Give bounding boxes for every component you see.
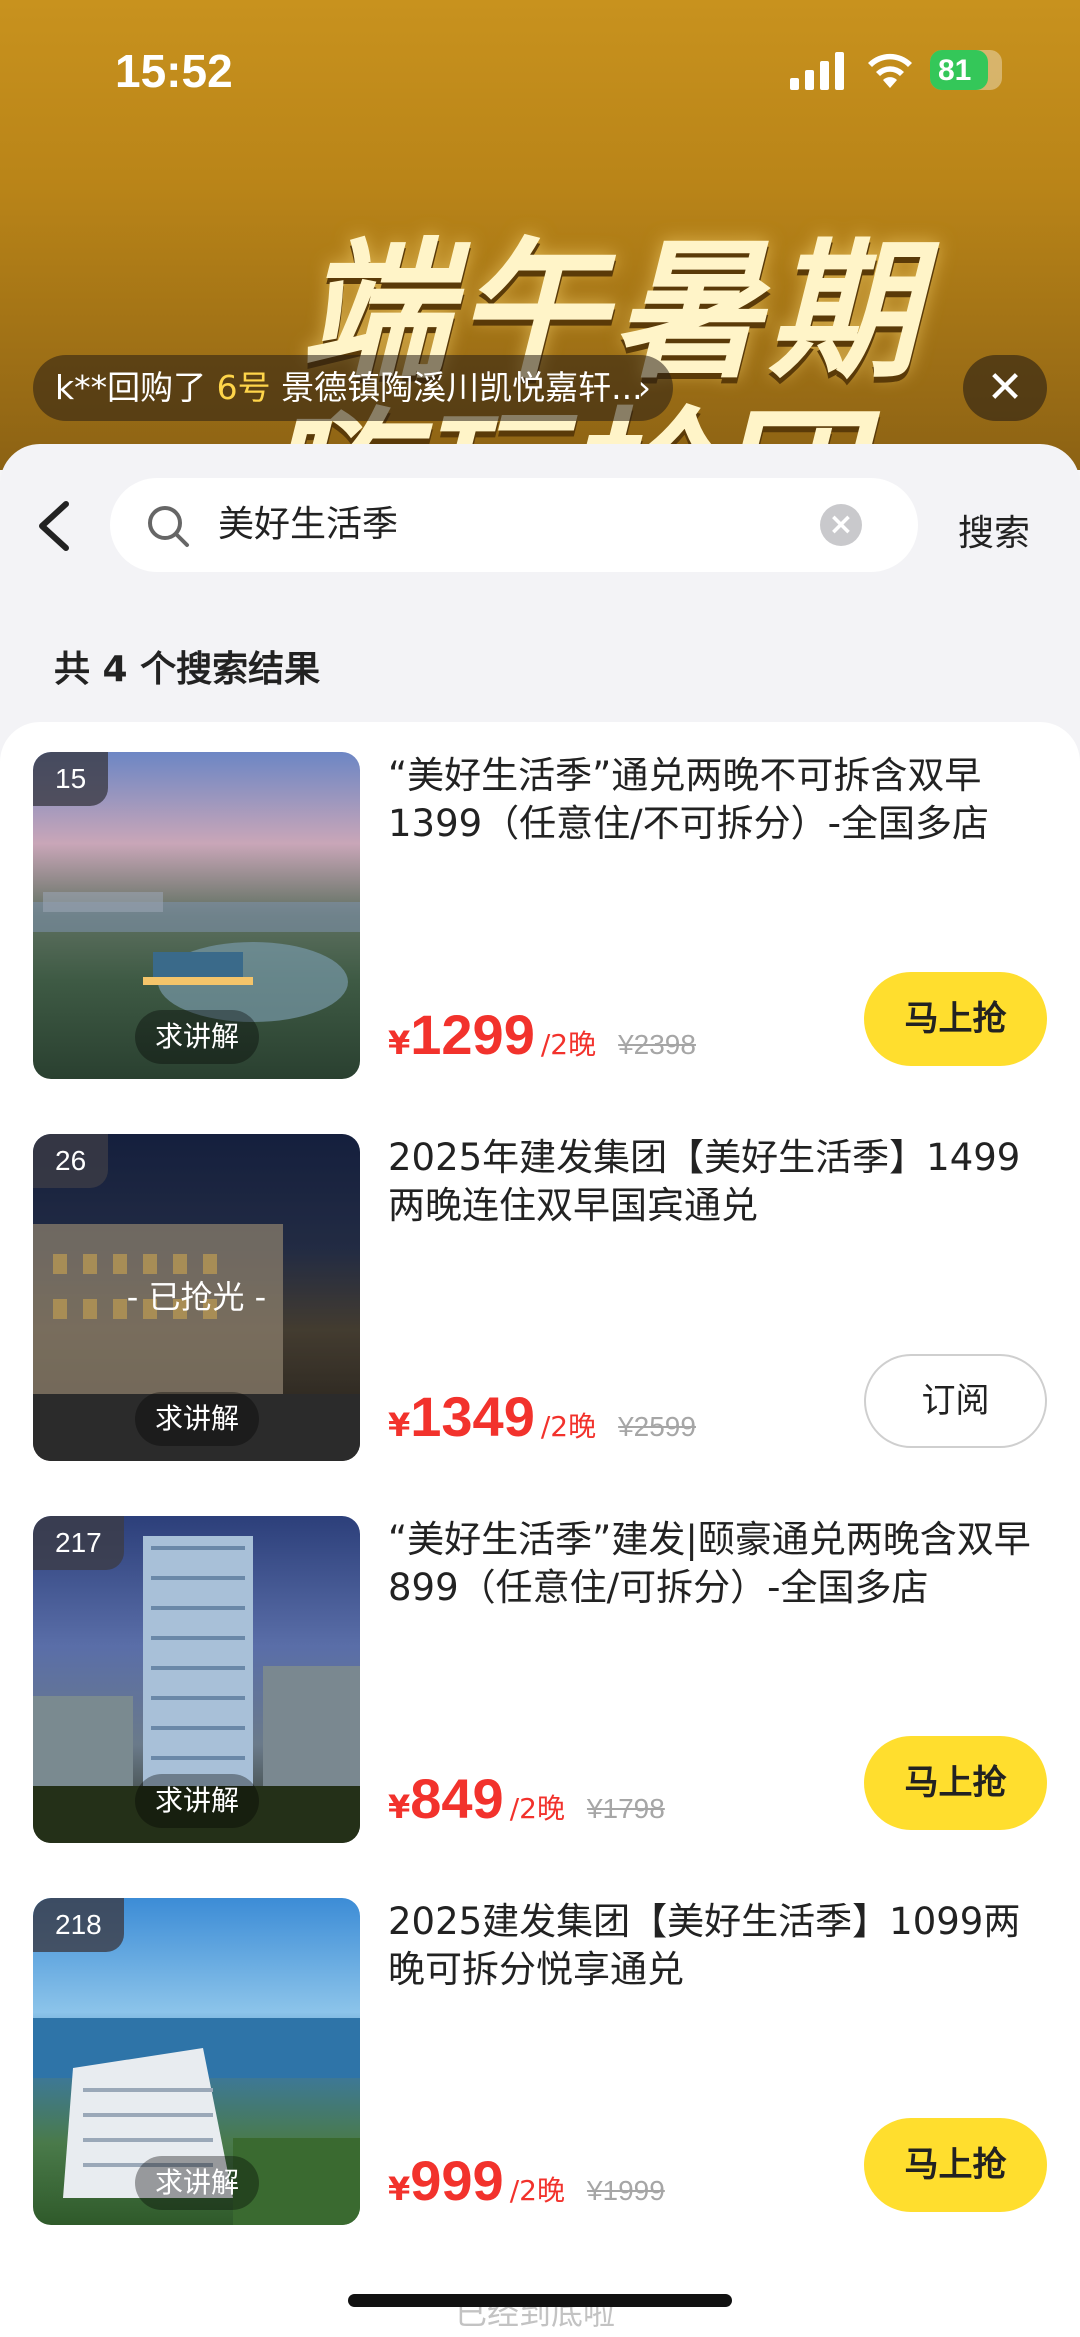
product-image: 15 求讲解	[33, 752, 360, 1079]
purchase-ticker[interactable]: k**回购了 6号 景德镇陶溪川凯悦嘉轩... ›	[33, 355, 673, 421]
product-price: 1349	[410, 1385, 535, 1448]
search-button[interactable]: 搜索	[958, 504, 1030, 556]
price-unit: /2晚	[540, 1028, 597, 1061]
price-unit: /2晚	[509, 2174, 565, 2207]
product-title: “美好生活季”通兑两晚不可拆含双早1399（任意住/不可拆分）-全国多店	[388, 754, 989, 845]
buy-now-button[interactable]: 马上抢	[864, 972, 1047, 1066]
battery-icon: 81	[930, 50, 1002, 90]
battery-level: 81	[938, 54, 972, 87]
ticker-highlight: 6号	[216, 368, 271, 407]
buy-now-button[interactable]: 马上抢	[864, 1736, 1047, 1830]
price-unit: /2晚	[540, 1410, 597, 1443]
result-count: 共 4 个搜索结果	[54, 649, 321, 690]
status-bar: 15:52 81	[0, 0, 1080, 140]
buy-now-button[interactable]: 马上抢	[864, 2118, 1047, 2212]
product-price: 849	[410, 1767, 504, 1830]
currency-symbol: ¥	[388, 1788, 411, 1826]
price-row: ¥999/2晚 ¥1999	[388, 2148, 665, 2213]
product-card[interactable]: - 已抢光 - 26 求讲解 2025年建发集团【美好生活季】1499两晚连住双…	[0, 1104, 1080, 1486]
product-list: 15 求讲解 “美好生活季”通兑两晚不可拆含双早1399（任意住/不可拆分）-全…	[0, 722, 1080, 2337]
product-card[interactable]: 15 求讲解 “美好生活季”通兑两晚不可拆含双早1399（任意住/不可拆分）-全…	[0, 722, 1080, 1104]
chevron-right-icon: ›	[637, 368, 651, 407]
currency-symbol: ¥	[388, 1406, 411, 1444]
price-unit: /2晚	[509, 1792, 565, 1825]
product-card[interactable]: 217 求讲解 “美好生活季”建发|颐豪通兑两晚含双早899（任意住/可拆分）-…	[0, 1486, 1080, 1868]
ticker-suffix: 景德镇陶溪川凯悦嘉轩...	[270, 368, 643, 407]
subscribe-button[interactable]: 订阅	[864, 1354, 1047, 1448]
explain-button[interactable]: 求讲解	[135, 2156, 259, 2210]
price-row: ¥849/2晚 ¥1798	[388, 1766, 665, 1831]
product-image: - 已抢光 - 26 求讲解	[33, 1134, 360, 1461]
original-price: ¥1999	[586, 2175, 665, 2206]
product-title: 2025年建发集团【美好生活季】1499两晚连住双早国宾通兑	[388, 1136, 1021, 1227]
price-row: ¥1349/2晚 ¥2599	[388, 1384, 696, 1449]
currency-symbol: ¥	[388, 2170, 411, 2208]
close-button[interactable]: ✕	[963, 355, 1047, 421]
product-badge: 218	[33, 1898, 124, 1952]
search-sheet: 美好生活季 × 搜索 共 4 个搜索结果 15 求讲解 “美好生活季”通兑两晚不…	[0, 444, 1080, 2337]
product-image: 217 求讲解	[33, 1516, 360, 1843]
ticker-prefix: k**回购了	[55, 368, 217, 407]
product-badge: 26	[33, 1134, 109, 1188]
status-time: 15:52	[115, 45, 233, 97]
product-title: “美好生活季”建发|颐豪通兑两晚含双早899（任意住/可拆分）-全国多店	[388, 1518, 1031, 1609]
product-price: 999	[410, 2149, 504, 2212]
product-badge: 15	[33, 752, 109, 806]
clear-icon[interactable]: ×	[820, 504, 862, 546]
product-price: 1299	[410, 1003, 535, 1066]
wifi-icon	[868, 53, 912, 88]
product-badge: 217	[33, 1516, 124, 1570]
search-query: 美好生活季	[218, 504, 399, 545]
original-price: ¥2599	[618, 1411, 696, 1442]
price-row: ¥1299/2晚 ¥2398	[388, 1002, 696, 1067]
product-image: 218 求讲解	[33, 1898, 360, 2225]
search-input[interactable]: 美好生活季 ×	[110, 478, 918, 572]
original-price: ¥1798	[586, 1793, 665, 1824]
explain-button[interactable]: 求讲解	[135, 1010, 259, 1064]
explain-button[interactable]: 求讲解	[135, 1392, 259, 1446]
original-price: ¥2398	[618, 1029, 696, 1060]
signal-icon	[790, 52, 844, 90]
product-title: 2025建发集团【美好生活季】1099两晚可拆分悦享通兑	[388, 1900, 1021, 1991]
product-card[interactable]: 218 求讲解 2025建发集团【美好生活季】1099两晚可拆分悦享通兑 ¥99…	[0, 1868, 1080, 2250]
home-indicator[interactable]	[348, 2294, 732, 2307]
currency-symbol: ¥	[388, 1024, 411, 1062]
search-icon	[148, 506, 189, 547]
explain-button[interactable]: 求讲解	[135, 1774, 259, 1828]
back-arrow-icon[interactable]	[30, 496, 80, 556]
